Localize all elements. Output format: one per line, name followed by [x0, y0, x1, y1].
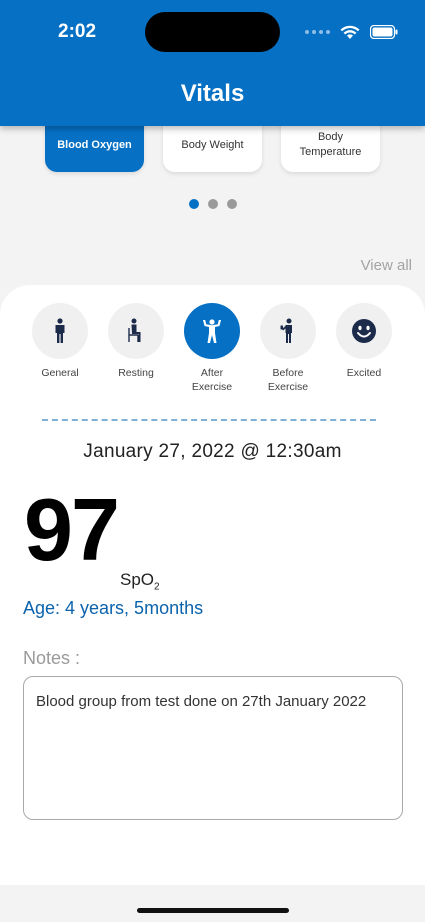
state-excited[interactable]: Excited — [334, 303, 394, 394]
sitting-person-icon — [128, 318, 141, 342]
state-label: Resting — [118, 367, 154, 379]
vital-type-card-body-weight[interactable]: Body Weight — [163, 118, 262, 172]
state-label: After Exercise — [191, 367, 233, 393]
unit-subscript: 2 — [154, 581, 160, 593]
reading-panel: General Resting After Exercise Before Ex… — [0, 285, 425, 885]
dynamic-island — [145, 12, 280, 52]
standing-person-icon — [55, 318, 65, 343]
home-indicator[interactable] — [137, 908, 289, 913]
drinking-person-icon — [280, 318, 292, 343]
wifi-icon — [340, 25, 360, 39]
notes-label: Notes : — [23, 648, 81, 668]
state-before-exercise[interactable]: Before Exercise — [258, 303, 318, 394]
flexing-person-icon — [203, 319, 221, 343]
state-circle[interactable] — [336, 303, 392, 359]
app-header: 2:02 Vitals — [0, 0, 425, 126]
battery-icon — [370, 25, 398, 39]
pager-dot[interactable] — [189, 199, 199, 209]
vital-type-label: Body Temperature — [299, 131, 362, 158]
pager-dot[interactable] — [227, 199, 237, 209]
state-circle[interactable] — [184, 303, 240, 359]
status-time: 2:02 — [58, 21, 97, 42]
carousel-pager[interactable] — [189, 199, 237, 209]
smiley-icon — [352, 319, 376, 343]
state-label: General — [41, 367, 79, 379]
state-selector: General Resting After Exercise Before Ex… — [30, 303, 394, 394]
state-circle[interactable] — [260, 303, 316, 359]
vital-type-card-body-temperature[interactable]: Body Temperature — [281, 118, 380, 172]
state-label: Before Exercise — [267, 367, 309, 393]
divider — [42, 419, 376, 421]
state-label: Excited — [346, 367, 382, 379]
status-icons — [305, 24, 398, 40]
notes-input[interactable]: Blood group from test done on 27th Janua… — [23, 676, 403, 820]
vital-type-label: Blood Oxygen — [57, 138, 132, 151]
state-circle[interactable] — [32, 303, 88, 359]
view-all-link[interactable]: View all — [361, 257, 412, 274]
reading-value: 97 — [24, 480, 120, 579]
vital-type-card-blood-oxygen[interactable]: Blood Oxygen — [45, 118, 144, 172]
state-general[interactable]: General — [30, 303, 90, 394]
signal-dots-icon — [305, 30, 330, 34]
page-title: Vitals — [180, 80, 245, 107]
vitals-screen: 2:02 Vitals Blood Oxygen Body Weight Bod… — [0, 0, 425, 922]
state-after-exercise[interactable]: After Exercise — [182, 303, 242, 394]
reading-unit: SpO2 — [120, 570, 160, 592]
vital-type-label: Body Weight — [181, 138, 244, 151]
pager-dot[interactable] — [208, 199, 218, 209]
reading-datetime: January 27, 2022 @ 12:30am — [83, 441, 342, 462]
age-text: Age: 4 years, 5months — [23, 598, 204, 618]
state-circle[interactable] — [108, 303, 164, 359]
state-resting[interactable]: Resting — [106, 303, 166, 394]
unit-main: SpO — [120, 570, 155, 589]
